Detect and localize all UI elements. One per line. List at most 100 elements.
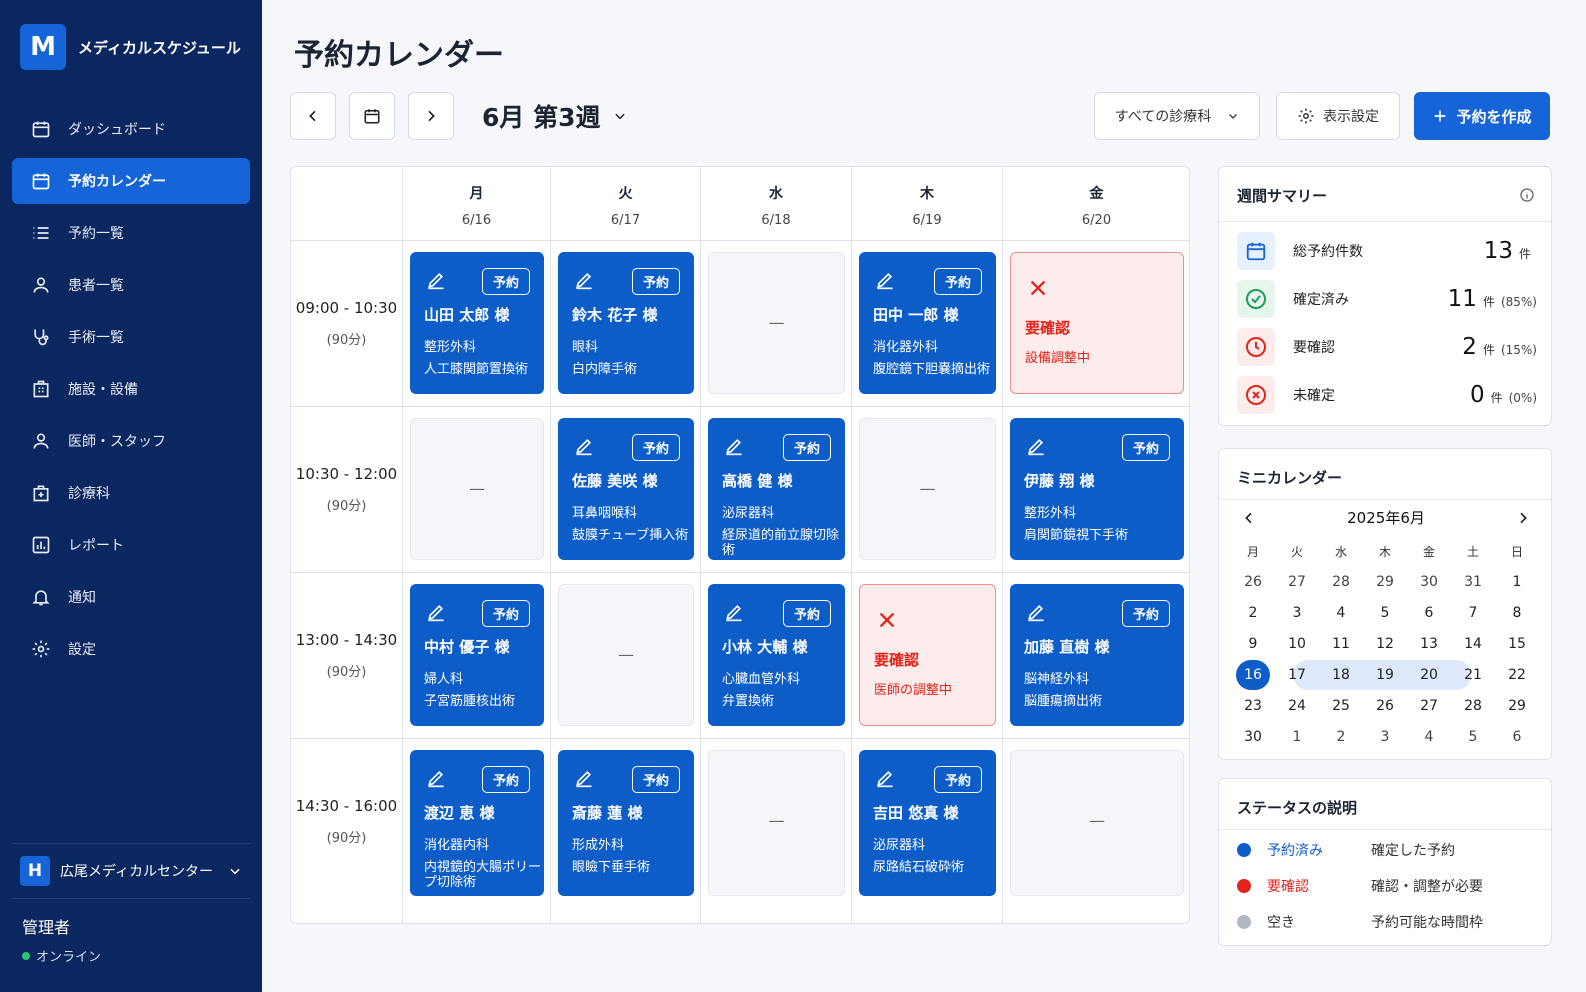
sidebar-item-label: 設定: [68, 642, 96, 658]
create-appointment-button[interactable]: 予約を作成: [1414, 92, 1550, 140]
mini-day[interactable]: 28: [1319, 567, 1363, 597]
appointment-card[interactable]: 予約 斎藤 蓮 様形成外科 眼瞼下垂手術: [558, 750, 694, 896]
mini-day[interactable]: 3: [1275, 598, 1319, 628]
empty-slot[interactable]: —: [708, 750, 845, 896]
sidebar-item-8[interactable]: レポート: [12, 522, 250, 568]
sidebar-item-2[interactable]: 予約一覧: [12, 210, 250, 256]
appointment-card[interactable]: 予約 伊藤 翔 様整形外科 肩関節鏡視下手術: [1010, 418, 1184, 560]
appointment-card[interactable]: 予約 鈴木 花子 様眼科 白内障手術: [558, 252, 694, 394]
mini-day[interactable]: 30: [1407, 567, 1451, 597]
appointment-card[interactable]: 予約 中村 優子 様婦人科 子宮筋腫核出術: [410, 584, 544, 726]
appointment-card[interactable]: 予約 高橋 健 様泌尿器科 経尿道的前立腺切除術: [708, 418, 845, 560]
mini-day[interactable]: 5: [1451, 722, 1495, 752]
mini-day[interactable]: 5: [1363, 598, 1407, 628]
chevron-left-icon[interactable]: [1241, 510, 1257, 526]
appointment-card[interactable]: 予約 佐藤 美咲 様耳鼻咽喉科 鼓膜チューブ挿入術: [558, 418, 694, 560]
mini-day[interactable]: 21: [1451, 660, 1495, 690]
mini-day[interactable]: 12: [1363, 629, 1407, 659]
sidebar-item-5[interactable]: 施設・設備: [12, 366, 250, 412]
mini-day[interactable]: 19: [1363, 660, 1407, 690]
mini-day[interactable]: 22: [1495, 660, 1539, 690]
mini-day[interactable]: 9: [1231, 629, 1275, 659]
department: 泌尿器科: [722, 506, 775, 521]
empty-slot[interactable]: —: [410, 418, 544, 560]
mini-day[interactable]: 2: [1319, 722, 1363, 752]
org-switcher[interactable]: H 広尾メディカルセンター: [12, 843, 250, 899]
mini-day[interactable]: 7: [1451, 598, 1495, 628]
sidebar-item-1[interactable]: 予約カレンダー: [12, 158, 250, 204]
mini-day[interactable]: 27: [1275, 567, 1319, 597]
mini-day-today[interactable]: 16: [1231, 660, 1275, 690]
sidebar-item-9[interactable]: 通知: [12, 574, 250, 620]
user-status-label: オンライン: [36, 950, 102, 965]
mini-day[interactable]: 15: [1495, 629, 1539, 659]
needs-confirmation-card[interactable]: 要確認 医師の調整中: [859, 584, 996, 726]
appointment-card[interactable]: 予約 小林 大輔 様心臓血管外科 弁置換術: [708, 584, 845, 726]
mini-day[interactable]: 1: [1495, 567, 1539, 597]
day-name: 水: [769, 186, 783, 202]
mini-day[interactable]: 11: [1319, 629, 1363, 659]
summary-row: 要確認 2 件 (15%): [1237, 327, 1537, 367]
mini-day[interactable]: 4: [1407, 722, 1451, 752]
mini-day[interactable]: 13: [1407, 629, 1451, 659]
empty-dash: —: [768, 313, 785, 332]
mini-day[interactable]: 14: [1451, 629, 1495, 659]
sidebar-item-6[interactable]: 医師・スタッフ: [12, 418, 250, 464]
mini-day[interactable]: 18: [1319, 660, 1363, 690]
department-filter[interactable]: すべての診療科: [1094, 92, 1260, 140]
mini-day[interactable]: 25: [1319, 691, 1363, 721]
sidebar-item-4[interactable]: 手術一覧: [12, 314, 250, 360]
appointment-card[interactable]: 予約 山田 太郎 様整形外科 人工膝関節置換術: [410, 252, 544, 394]
display-settings-button[interactable]: 表示設定: [1276, 92, 1400, 140]
mini-day[interactable]: 8: [1495, 598, 1539, 628]
mini-day[interactable]: 10: [1275, 629, 1319, 659]
mini-day[interactable]: 2: [1231, 598, 1275, 628]
legend-description: 確認・調整が必要: [1371, 879, 1483, 895]
mini-day[interactable]: 1: [1275, 722, 1319, 752]
sidebar-item-0[interactable]: ダッシュボード: [12, 106, 250, 152]
prev-week-button[interactable]: [290, 92, 336, 140]
mini-day[interactable]: 24: [1275, 691, 1319, 721]
mini-day[interactable]: 6: [1407, 598, 1451, 628]
today-button[interactable]: [349, 92, 395, 140]
mini-day[interactable]: 3: [1363, 722, 1407, 752]
sidebar-item-10[interactable]: 設定: [12, 626, 250, 672]
week-selector[interactable]: 6月 第3週: [482, 98, 627, 134]
pen-icon: [574, 270, 594, 290]
empty-slot[interactable]: —: [1010, 750, 1184, 896]
appointment-card[interactable]: 予約 田中 一郎 様消化器外科 腹腔鏡下胆嚢摘出術: [859, 252, 996, 394]
sidebar-item-7[interactable]: 診療科: [12, 470, 250, 516]
sidebar-item-3[interactable]: 患者一覧: [12, 262, 250, 308]
empty-slot[interactable]: —: [859, 418, 996, 560]
mini-day[interactable]: 27: [1407, 691, 1451, 721]
needs-confirmation-note: 医師の調整中: [874, 683, 953, 698]
mini-day[interactable]: 4: [1319, 598, 1363, 628]
mini-day[interactable]: 17: [1275, 660, 1319, 690]
mini-day[interactable]: 6: [1495, 722, 1539, 752]
chevron-right-icon: [423, 108, 439, 124]
mini-day-number: 10: [1288, 636, 1306, 652]
mini-day[interactable]: 23: [1231, 691, 1275, 721]
appointment-card[interactable]: 予約 加藤 直樹 様脳神経外科 脳腫瘍摘出術: [1010, 584, 1184, 726]
patient-name: 田中 一郎 様: [873, 306, 959, 324]
empty-slot[interactable]: —: [708, 252, 845, 394]
appointment-card[interactable]: 予約 渡辺 恵 様消化器内科 内視鏡的大腸ポリープ切除術: [410, 750, 544, 896]
mini-day[interactable]: 26: [1363, 691, 1407, 721]
mini-day[interactable]: 30: [1231, 722, 1275, 752]
empty-slot[interactable]: —: [558, 584, 694, 726]
mini-day[interactable]: 31: [1451, 567, 1495, 597]
mini-day[interactable]: 29: [1495, 691, 1539, 721]
legend-status: 予約済み: [1267, 843, 1323, 859]
chevron-right-icon[interactable]: [1515, 510, 1531, 526]
mini-day[interactable]: 29: [1363, 567, 1407, 597]
needs-confirmation-card[interactable]: 要確認 設備調整中: [1010, 252, 1184, 394]
org-logo: H: [20, 856, 50, 886]
pen-icon: [426, 768, 446, 788]
next-week-button[interactable]: [408, 92, 454, 140]
appointment-card[interactable]: 予約 吉田 悠真 様泌尿器科 尿路結石破砕術: [859, 750, 996, 896]
mini-day[interactable]: 20: [1407, 660, 1451, 690]
mini-day[interactable]: 26: [1231, 567, 1275, 597]
brand[interactable]: M メディカルスケジュール: [20, 24, 241, 70]
mini-day[interactable]: 28: [1451, 691, 1495, 721]
info-icon[interactable]: [1519, 187, 1535, 203]
